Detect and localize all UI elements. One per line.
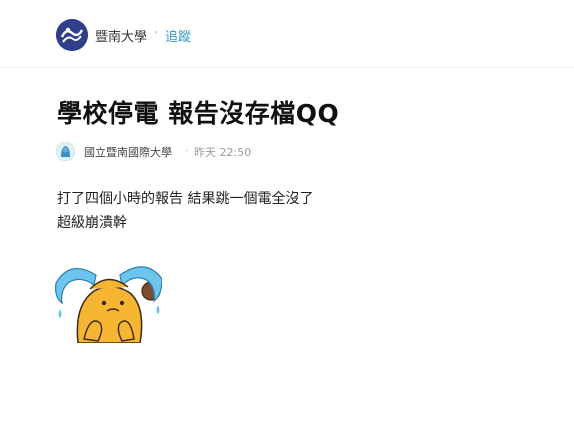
- board-header: 暨南大學 · 追蹤: [0, 0, 574, 68]
- post-body-line: 超級崩潰幹: [57, 215, 127, 231]
- separator-dot: ·: [185, 144, 189, 157]
- author-name[interactable]: 國立暨南國際大學: [84, 144, 172, 160]
- user-avatar-icon[interactable]: [56, 142, 75, 161]
- post-title: 學校停電 報告沒存檔QQ: [57, 99, 340, 128]
- post-body: 打了四個小時的報告 結果跳一個電全沒了 超級崩潰幹: [57, 187, 313, 235]
- crying-bear-sticker-icon: [50, 253, 163, 344]
- board-name[interactable]: 暨南大學: [95, 26, 147, 45]
- separator-dot: ·: [154, 26, 159, 41]
- post-page: 暨南大學 · 追蹤 學校停電 報告沒存檔QQ 國立暨南國際大學 · 昨天 22:…: [0, 0, 574, 423]
- ncnu-logo-icon[interactable]: [56, 19, 88, 51]
- follow-button[interactable]: 追蹤: [165, 26, 191, 45]
- post-timestamp: 昨天 22:50: [194, 146, 252, 159]
- post-body-line: 打了四個小時的報告 結果跳一個電全沒了: [57, 191, 314, 207]
